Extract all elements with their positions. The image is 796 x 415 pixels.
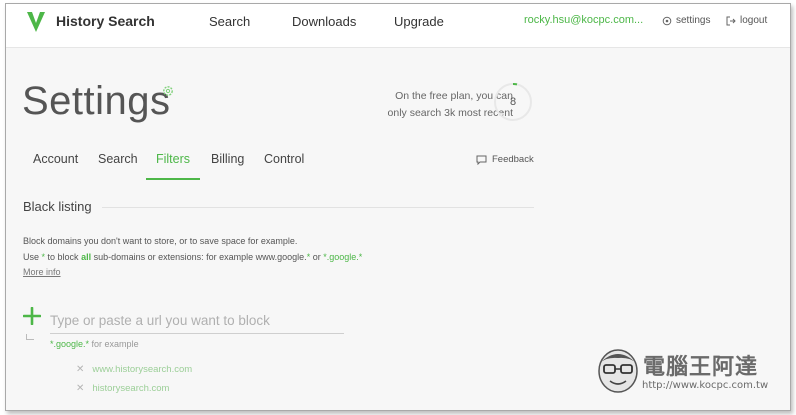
blocked-domain-label: www.historysearch.com	[92, 364, 193, 375]
settings-link[interactable]: settings	[662, 15, 710, 26]
blocked-domain-item: ✕ historysearch.com	[76, 383, 169, 394]
wildcard-example-2: *.google.*	[323, 252, 363, 262]
tab-billing[interactable]: Billing	[211, 152, 244, 180]
mascot-face-icon	[598, 349, 638, 393]
nav-search[interactable]: Search	[209, 14, 250, 29]
feedback-button[interactable]: Feedback	[476, 154, 534, 165]
tab-control[interactable]: Control	[264, 152, 304, 180]
nav-downloads[interactable]: Downloads	[292, 14, 356, 29]
tab-search[interactable]: Search	[98, 152, 138, 180]
desc-text: Use	[23, 252, 42, 262]
wildcard-usage-description: Use * to block all sub-domains or extens…	[23, 252, 362, 262]
chat-bubble-icon	[476, 155, 487, 165]
black-listing-description: Block domains you don't want to store, o…	[23, 236, 298, 246]
logout-link-label: logout	[740, 15, 768, 26]
desc-text: to block	[45, 252, 82, 262]
plan-notice-line-2: only search 3k most recent	[387, 107, 513, 119]
gear-icon	[662, 16, 672, 25]
hint-example-pattern: *.google.*	[50, 339, 90, 349]
blocked-domain-label: historysearch.com	[92, 383, 170, 394]
settings-tabs: Account Search Filters Billing Control	[6, 152, 790, 182]
watermark-title: 電腦王阿達	[643, 355, 759, 380]
nav-upgrade[interactable]: Upgrade	[394, 14, 444, 29]
user-email-link[interactable]: rocky.hsu@kocpc.com...	[524, 14, 643, 26]
desc-text: sub-domains or extensions: for example w…	[91, 252, 307, 262]
section-divider	[102, 207, 534, 208]
plan-notice-line-1: On the free plan, you can	[395, 90, 513, 102]
tab-filters[interactable]: Filters	[146, 152, 200, 180]
logout-icon	[726, 16, 736, 25]
black-listing-heading: Black listing	[23, 199, 92, 214]
block-url-input[interactable]	[50, 308, 344, 334]
blocked-domain-item: ✕ www.historysearch.com	[76, 364, 192, 375]
desc-text: or	[310, 252, 324, 262]
close-icon[interactable]: ✕	[76, 364, 84, 375]
all-keyword: all	[81, 252, 92, 262]
usage-count: 8	[509, 96, 517, 108]
watermark-url: http://www.kocpc.com.tw	[642, 380, 769, 391]
history-search-logo-icon[interactable]	[26, 11, 46, 33]
feedback-label: Feedback	[492, 154, 534, 165]
settings-link-label: settings	[676, 15, 711, 26]
input-bracket	[26, 334, 34, 340]
plan-notice: On the free plan, you can only search 3k…	[356, 88, 513, 122]
logout-link[interactable]: logout	[726, 15, 767, 26]
top-navigation-bar: History Search Search Downloads Upgrade …	[6, 4, 790, 48]
input-example-hint: *.google.* for example	[50, 339, 139, 349]
more-info-link[interactable]: More info	[23, 267, 61, 277]
close-icon[interactable]: ✕	[76, 383, 84, 394]
site-watermark: 電腦王阿達 http://www.kocpc.com.tw	[596, 347, 776, 402]
app-window: History Search Search Downloads Upgrade …	[5, 3, 791, 411]
plus-icon[interactable]	[23, 307, 41, 325]
gear-icon	[163, 86, 173, 96]
tab-account[interactable]: Account	[33, 152, 78, 180]
brand-name[interactable]: History Search	[56, 13, 155, 29]
page-title: Settings	[22, 79, 171, 123]
hint-suffix: for example	[89, 339, 139, 349]
